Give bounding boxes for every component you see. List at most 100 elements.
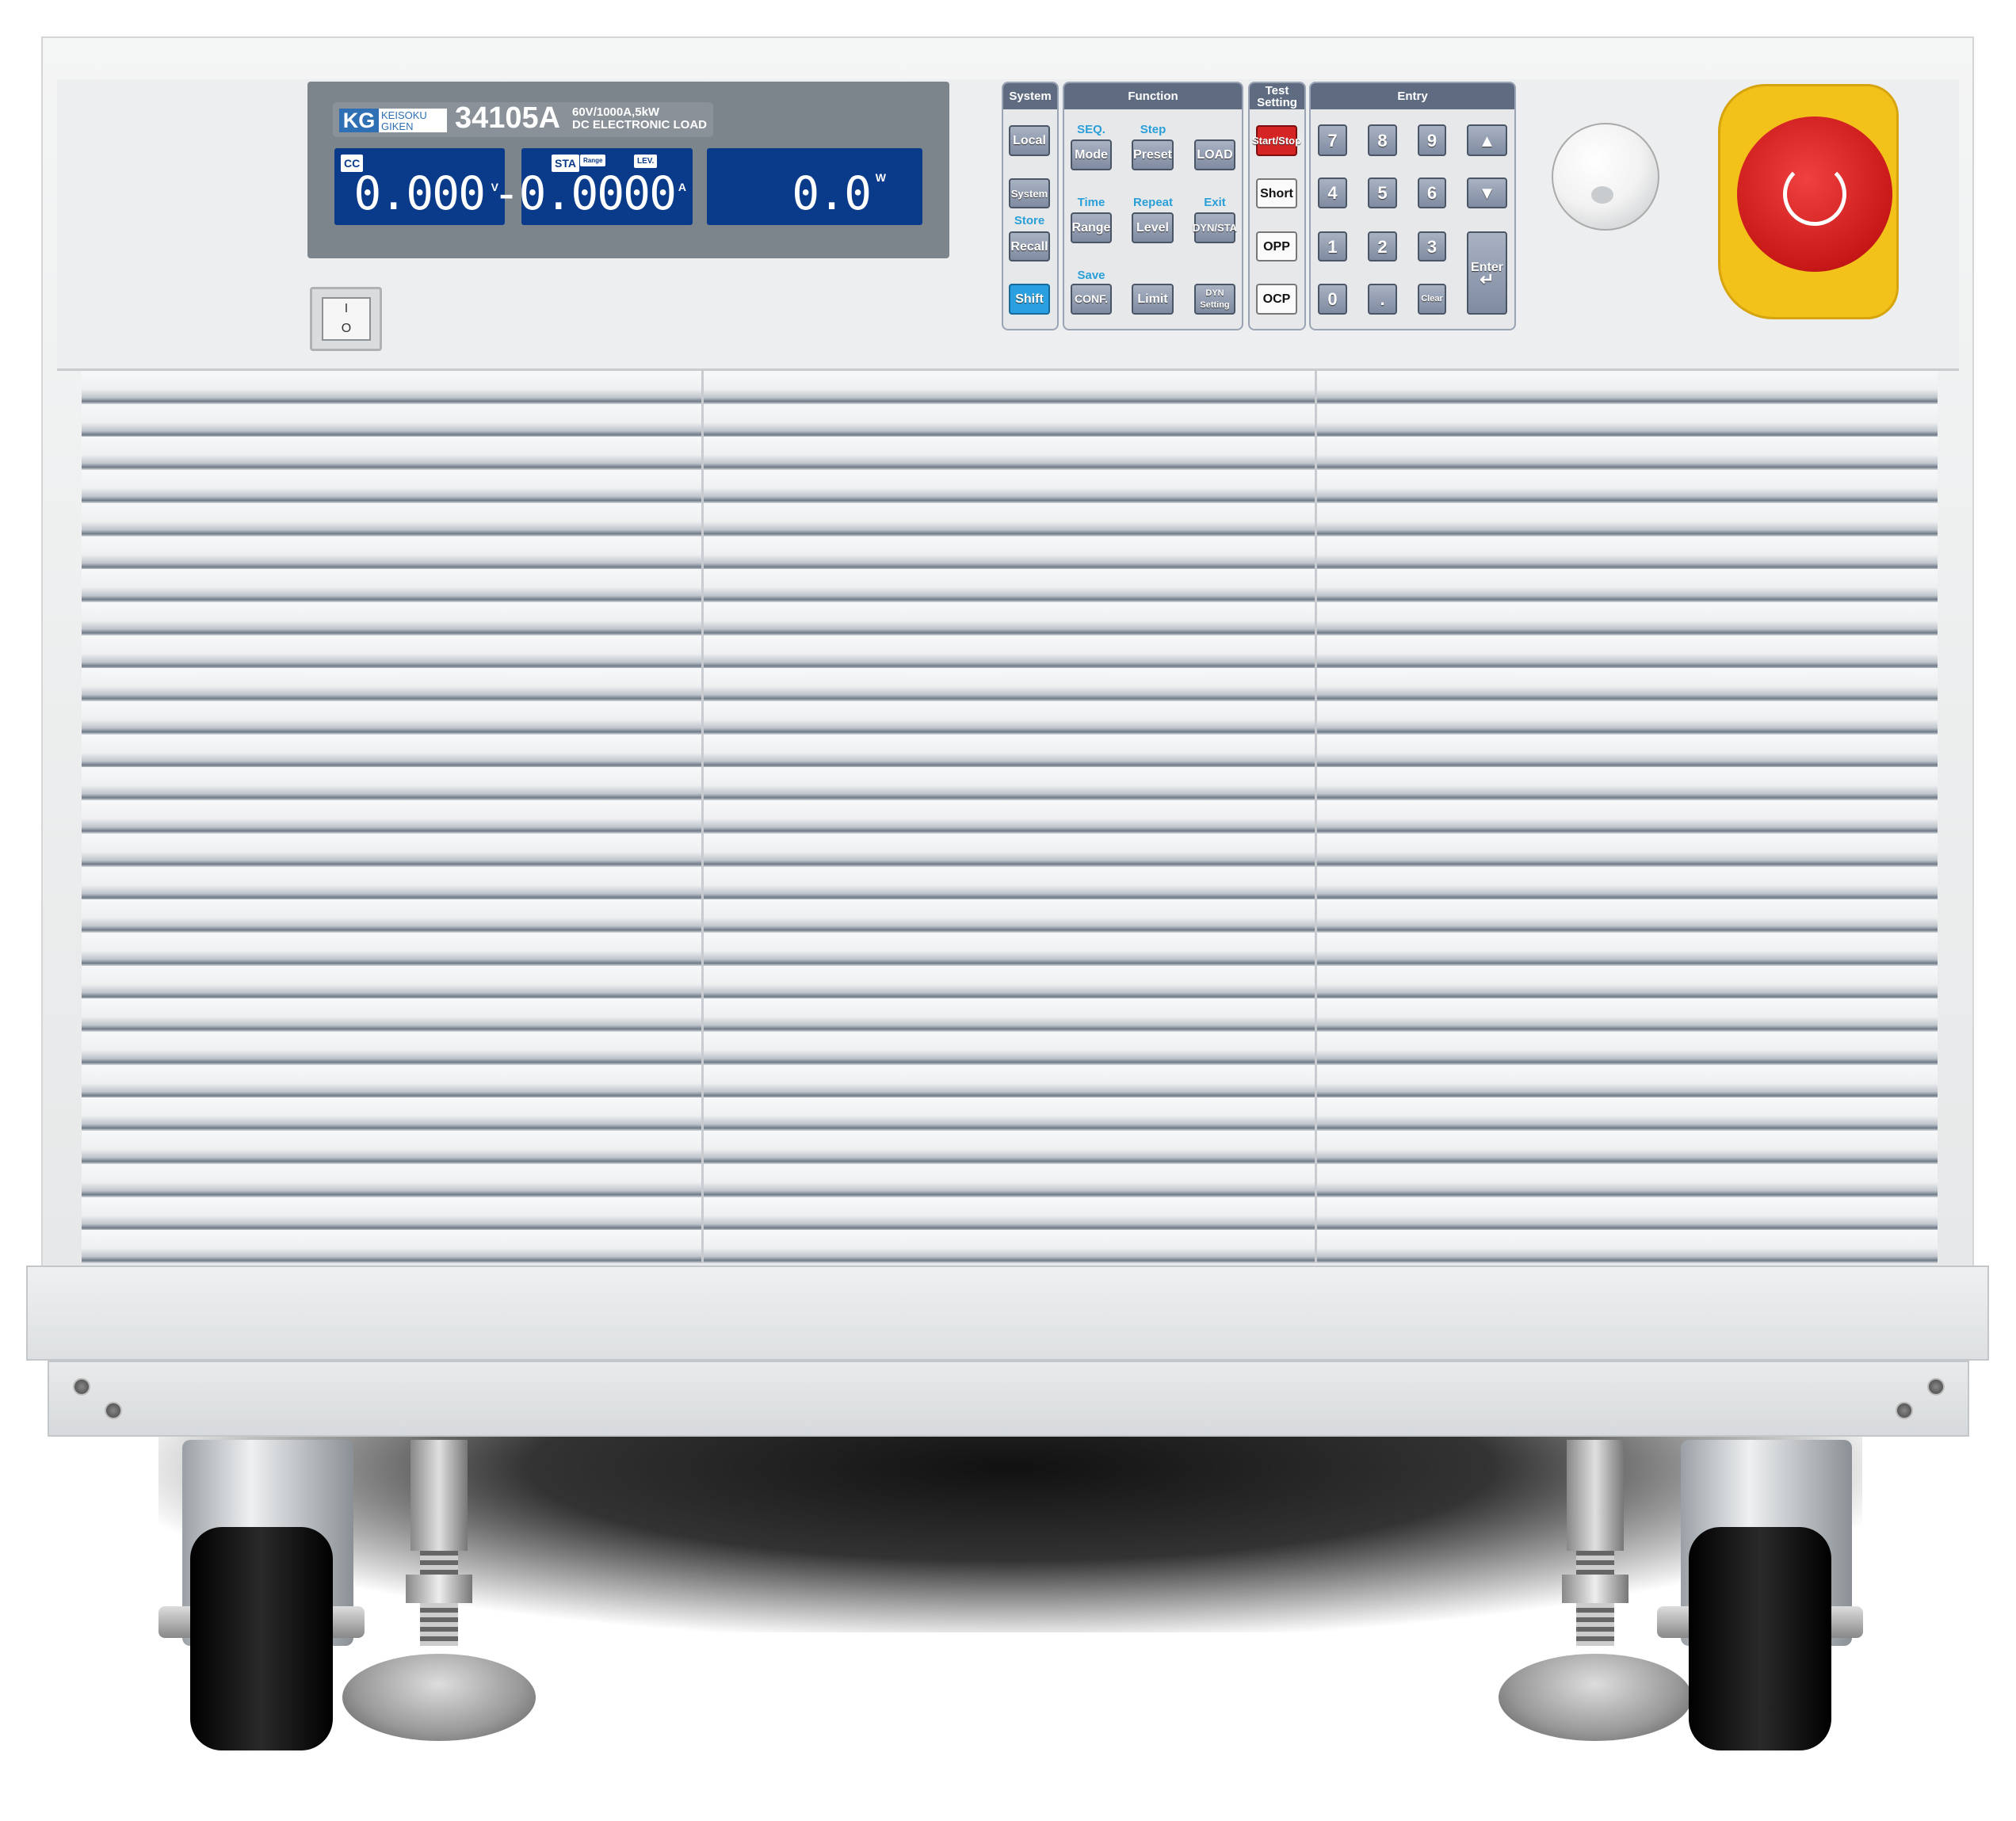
spec-line1: 60V/1000A,5kW xyxy=(572,105,660,119)
vent-slat xyxy=(82,932,1938,966)
brand-name-line1: KEISOKU xyxy=(381,109,427,121)
opp-button[interactable]: OPP xyxy=(1256,231,1297,262)
screw-icon xyxy=(1927,1378,1945,1395)
screw-icon xyxy=(73,1378,90,1395)
vent-divider xyxy=(701,371,704,1263)
vent-slat xyxy=(82,965,1938,999)
enter-return-icon: ↵ xyxy=(1480,269,1495,289)
preset-button[interactable]: Preset xyxy=(1132,139,1174,170)
key-8[interactable]: 8 xyxy=(1368,124,1397,156)
arrow-up-icon[interactable]: ▲ xyxy=(1467,124,1507,156)
power-unit: W xyxy=(875,171,886,184)
vent-slat xyxy=(82,668,1938,702)
time-label: Time xyxy=(1077,196,1105,209)
key-9[interactable]: 9 xyxy=(1418,124,1446,156)
voltage-value: 0.000 xyxy=(353,166,486,220)
range-button[interactable]: Range xyxy=(1071,212,1112,243)
enter-button[interactable]: Enter ↵ xyxy=(1467,231,1507,315)
level-button[interactable]: Level xyxy=(1132,212,1174,243)
vent-slat xyxy=(82,1131,1938,1165)
vent-slat xyxy=(82,1163,1938,1197)
key-6[interactable]: 6 xyxy=(1418,178,1446,208)
ocp-button[interactable]: OCP xyxy=(1256,284,1297,315)
group-title: System xyxy=(1003,83,1057,109)
vent-slat xyxy=(82,1197,1938,1231)
current-display: STA Range LEV. -0.0000 A xyxy=(493,148,693,225)
vent-slat xyxy=(82,536,1938,570)
group-title: Function xyxy=(1064,83,1242,109)
system-button[interactable]: System xyxy=(1009,178,1050,208)
vent-slat xyxy=(82,899,1938,933)
current-value: -0.0000 xyxy=(492,166,677,220)
vent-slat xyxy=(82,1064,1938,1098)
store-label: Store xyxy=(1014,214,1045,227)
key-3[interactable]: 3 xyxy=(1418,231,1446,262)
vent-slat xyxy=(82,800,1938,834)
vent-slat xyxy=(82,701,1938,735)
range-tag: Range xyxy=(580,155,606,166)
mode-button[interactable]: Mode xyxy=(1071,139,1112,170)
emergency-stop-icon[interactable] xyxy=(1737,116,1892,272)
start-stop-button[interactable]: Start/Stop xyxy=(1252,125,1301,156)
voltage-display: CC 0.000 V xyxy=(334,148,505,225)
base-frame xyxy=(48,1361,1969,1437)
power-switch-icon[interactable]: IO xyxy=(310,287,382,351)
recall-button[interactable]: Recall xyxy=(1009,231,1050,262)
exit-label: Exit xyxy=(1204,196,1226,209)
conf-button[interactable]: CONF. xyxy=(1071,284,1112,315)
vent-slat xyxy=(82,833,1938,867)
power-off-symbol: O xyxy=(341,322,352,335)
vent-slat xyxy=(82,371,1938,404)
bottom-rail xyxy=(26,1266,1989,1361)
vent-slat xyxy=(82,1098,1938,1132)
model-spec: 60V/1000A,5kW DC ELECTRONIC LOAD xyxy=(572,106,707,132)
local-button[interactable]: Local xyxy=(1009,125,1050,156)
brand-logo: KG xyxy=(339,109,379,132)
leveling-foot-right xyxy=(1499,1440,1692,1749)
dyn-sta-button[interactable]: DYN/STA xyxy=(1193,212,1237,243)
spec-line2: DC ELECTRONIC LOAD xyxy=(572,118,707,132)
vent-slat xyxy=(82,601,1938,636)
dyn-setting-button[interactable]: DYN Setting xyxy=(1194,284,1235,315)
screw-icon xyxy=(1896,1402,1913,1419)
vent-slat xyxy=(82,734,1938,768)
vent-slat xyxy=(82,767,1938,801)
group-title: Test Setting xyxy=(1250,83,1304,109)
vent-slat xyxy=(82,502,1938,536)
seq-label: SEQ. xyxy=(1077,123,1105,136)
short-button[interactable]: Short xyxy=(1256,178,1297,208)
clear-button[interactable]: Clear xyxy=(1418,284,1446,315)
vent-slat xyxy=(82,866,1938,900)
power-display: 0.0 W xyxy=(707,148,922,225)
power-on-symbol: I xyxy=(344,302,349,315)
caster-wheel-left xyxy=(158,1440,365,1750)
repeat-label: Repeat xyxy=(1132,196,1174,209)
rotary-knob-icon[interactable] xyxy=(1552,123,1659,231)
key-decimal[interactable]: . xyxy=(1368,284,1397,315)
arrow-down-icon[interactable]: ▼ xyxy=(1467,178,1507,208)
vent-slat xyxy=(82,403,1938,437)
key-0[interactable]: 0 xyxy=(1318,284,1347,315)
vent-slat xyxy=(82,1230,1938,1264)
vent-divider xyxy=(1315,371,1317,1263)
caster-wheel-right xyxy=(1657,1440,1863,1750)
brand-name-line2: GIKEN xyxy=(381,120,414,132)
group-title: Entry xyxy=(1311,83,1514,109)
vent-slat xyxy=(82,437,1938,471)
shift-button[interactable]: Shift xyxy=(1009,284,1050,315)
load-button[interactable]: LOAD xyxy=(1194,139,1235,170)
leveling-foot-left xyxy=(342,1440,536,1749)
vent-slat xyxy=(82,569,1938,603)
vent-slat xyxy=(82,1032,1938,1065)
screw-icon xyxy=(105,1402,122,1419)
ventilation-grille xyxy=(82,371,1938,1264)
key-1[interactable]: 1 xyxy=(1318,231,1347,262)
key-2[interactable]: 2 xyxy=(1368,231,1397,262)
key-7[interactable]: 7 xyxy=(1318,124,1347,156)
key-4[interactable]: 4 xyxy=(1318,178,1347,208)
power-value: 0.0 xyxy=(792,166,872,220)
key-5[interactable]: 5 xyxy=(1368,178,1397,208)
model-number: 34105A xyxy=(455,101,561,135)
limit-button[interactable]: Limit xyxy=(1132,284,1174,315)
brand-name: KEISOKU GIKEN xyxy=(379,109,447,132)
